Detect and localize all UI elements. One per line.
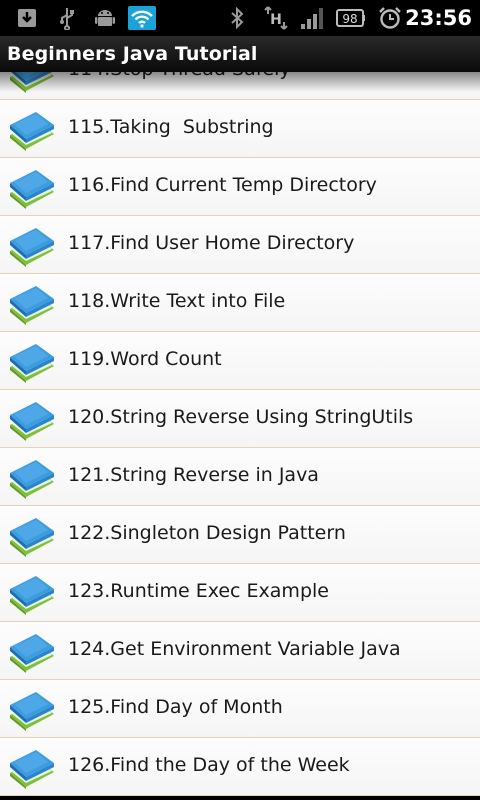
book-icon xyxy=(10,518,54,557)
list-item-label: 120.String Reverse Using StringUtils xyxy=(68,406,414,428)
list-item[interactable]: 119.Word Count xyxy=(0,332,480,390)
list-item[interactable]: 123.Runtime Exec Example xyxy=(0,564,480,622)
hspa-data-icon: H xyxy=(262,6,290,30)
list-item-label: 125.Find Day of Month xyxy=(68,696,283,718)
svg-text:98: 98 xyxy=(342,12,357,26)
list-item-label: 115.Taking Substring xyxy=(68,116,274,138)
list-item[interactable]: 120.String Reverse Using StringUtils xyxy=(0,390,480,448)
list-item-label: 116.Find Current Temp Directory xyxy=(68,174,377,196)
signal-icon xyxy=(298,6,326,30)
book-icon xyxy=(10,170,54,209)
list-item-partial[interactable]: 114.Stop Thread Safely xyxy=(0,72,480,100)
list-item-label: 124.Get Environment Variable Java xyxy=(68,638,401,660)
status-bar: H 98 23:56 xyxy=(0,0,480,36)
battery-icon: 98 xyxy=(336,6,366,30)
bluetooth-icon xyxy=(226,6,248,30)
list-item-label: 121.String Reverse in Java xyxy=(68,464,319,486)
android-debug-icon xyxy=(92,6,118,30)
download-icon xyxy=(14,6,40,30)
book-icon xyxy=(10,692,54,731)
list-item[interactable]: 125.Find Day of Month xyxy=(0,680,480,738)
screen-bottom-edge xyxy=(0,796,480,800)
usb-icon xyxy=(54,6,80,30)
list-item[interactable]: 115.Taking Substring xyxy=(0,100,480,158)
book-icon xyxy=(10,634,54,673)
status-clock: 23:56 xyxy=(405,6,472,30)
list-item[interactable]: 126.Find the Day of the Week xyxy=(0,738,480,796)
app-title-bar: Beginners Java Tutorial xyxy=(0,36,480,72)
alarm-icon xyxy=(376,6,404,30)
book-icon xyxy=(10,344,54,383)
list-item-label: 118.Write Text into File xyxy=(68,290,286,312)
list-item-label: 114.Stop Thread Safely xyxy=(68,72,291,99)
book-icon xyxy=(10,402,54,441)
list-item[interactable]: 121.String Reverse in Java xyxy=(0,448,480,506)
book-icon xyxy=(10,460,54,499)
book-icon xyxy=(10,228,54,267)
tutorial-list[interactable]: 114.Stop Thread Safely 115.Taking Substr… xyxy=(0,72,480,796)
list-item[interactable]: 124.Get Environment Variable Java xyxy=(0,622,480,680)
svg-text:H: H xyxy=(270,12,282,28)
list-item-label: 119.Word Count xyxy=(68,348,222,370)
book-icon xyxy=(10,576,54,615)
list-item[interactable]: 116.Find Current Temp Directory xyxy=(0,158,480,216)
book-icon xyxy=(10,112,54,151)
wifi-icon xyxy=(128,6,156,30)
list-item-label: 117.Find User Home Directory xyxy=(68,232,355,254)
book-icon xyxy=(10,72,54,93)
book-icon xyxy=(10,286,54,325)
list-item-label: 123.Runtime Exec Example xyxy=(68,580,329,602)
list-item[interactable]: 117.Find User Home Directory xyxy=(0,216,480,274)
list-item[interactable]: 118.Write Text into File xyxy=(0,274,480,332)
list-item[interactable]: 122.Singleton Design Pattern xyxy=(0,506,480,564)
list-item-label: 126.Find the Day of the Week xyxy=(68,754,350,776)
list-item-label: 122.Singleton Design Pattern xyxy=(68,522,346,544)
book-icon xyxy=(10,750,54,789)
app-title: Beginners Java Tutorial xyxy=(7,43,258,65)
